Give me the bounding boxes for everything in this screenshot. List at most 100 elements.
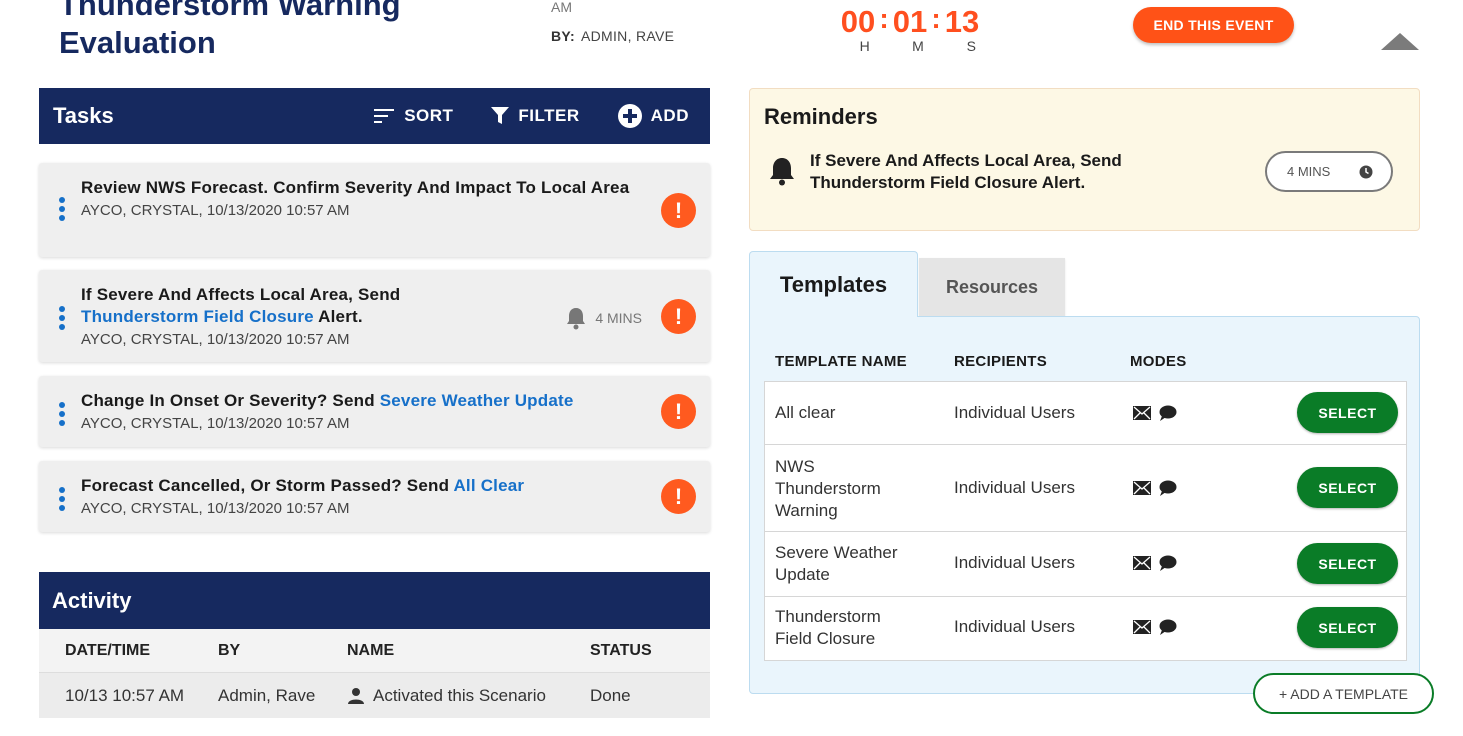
event-timer: 00 : 01 : 13 H M S	[838, 3, 998, 54]
task-card[interactable]: Forecast Cancelled, Or Storm Passed? Sen…	[39, 461, 710, 532]
activity-datetime: 10/13 10:57 AM	[65, 685, 185, 705]
collapse-up-icon[interactable]	[1381, 33, 1419, 50]
seconds-label: S	[966, 38, 976, 54]
task-text-after: Alert.	[313, 307, 363, 326]
task-template-link[interactable]: Thunderstorm Field Closure	[81, 307, 314, 326]
bell-icon	[768, 156, 796, 191]
event-title: Thunderstorm Warning Evaluation	[59, 0, 401, 60]
task-text: If Severe And Affects Local Area, Send T…	[81, 284, 641, 328]
col-datetime[interactable]: DATE/TIME	[65, 642, 150, 660]
templates-table: All clear Individual Users SELECT NWS Th…	[764, 381, 1407, 661]
filter-button[interactable]: FILTER	[490, 106, 579, 126]
task-menu-icon[interactable]	[58, 485, 66, 512]
col-template-name: TEMPLATE NAME	[775, 353, 907, 370]
add-label: ADD	[650, 106, 689, 125]
template-recipients: Individual Users	[954, 553, 1075, 572]
task-template-link[interactable]: Severe Weather Update	[380, 391, 574, 410]
col-by[interactable]: BY	[218, 642, 240, 660]
activity-title: Activity	[52, 587, 132, 613]
reminder-time: 4 MINS	[595, 310, 642, 326]
task-text-before: If Severe And Affects Local Area, Send	[81, 285, 401, 304]
bell-icon	[567, 308, 586, 330]
activity-name-text: Activated this Scenario	[373, 685, 546, 705]
chat-icon	[1159, 480, 1177, 496]
priority-alert-icon: !	[661, 394, 696, 429]
col-status[interactable]: STATUS	[590, 642, 652, 660]
activity-columns: DATE/TIME BY NAME STATUS	[39, 629, 710, 673]
sort-button[interactable]: SORT	[374, 106, 453, 126]
task-text: Review NWS Forecast. Confirm Severity An…	[81, 178, 630, 197]
template-name: NWS Thunderstorm Warning	[775, 457, 881, 520]
timer-seconds: 13	[944, 4, 980, 39]
tasks-title: Tasks	[53, 103, 114, 128]
sort-icon	[374, 108, 396, 124]
chat-icon	[1159, 555, 1177, 571]
select-template-button[interactable]: SELECT	[1297, 392, 1398, 433]
table-row: 10/13 10:57 AM Admin, Rave Activated thi…	[39, 673, 710, 718]
table-row: All clear Individual Users SELECT	[765, 382, 1406, 445]
activity-header: Activity	[39, 572, 710, 629]
tab-resources[interactable]: Resources	[919, 258, 1065, 316]
template-name: Severe Weather Update	[775, 543, 898, 584]
sort-label: SORT	[404, 106, 454, 125]
col-name[interactable]: NAME	[347, 642, 394, 660]
template-recipients: Individual Users	[954, 403, 1075, 422]
task-menu-icon[interactable]	[58, 304, 66, 331]
reminder-time-pill[interactable]: 4 MINS	[1265, 151, 1393, 192]
activity-name: Activated this Scenario	[347, 686, 546, 706]
user-icon	[348, 687, 364, 704]
template-name: Thunderstorm Field Closure	[775, 607, 881, 648]
timer-hours: 00	[840, 4, 876, 39]
add-task-button[interactable]: ADD	[617, 103, 689, 129]
email-icon	[1133, 481, 1151, 495]
template-modes	[1133, 405, 1185, 421]
activity-table: DATE/TIME BY NAME STATUS 10/13 10:57 AM …	[39, 629, 710, 718]
task-meta: AYCO, CRYSTAL, 10/13/2020 10:57 AM	[81, 202, 350, 219]
end-event-button[interactable]: END THIS EVENT	[1133, 7, 1294, 43]
task-card[interactable]: Change In Onset Or Severity? Send Severe…	[39, 376, 710, 447]
add-template-button[interactable]: + ADD A TEMPLATE	[1253, 673, 1434, 714]
template-modes	[1133, 480, 1185, 496]
filter-label: FILTER	[518, 106, 580, 125]
task-card[interactable]: If Severe And Affects Local Area, Send T…	[39, 270, 710, 362]
activity-by: Admin, Rave	[218, 685, 316, 705]
minutes-label: M	[912, 38, 924, 54]
templates-panel: TEMPLATE NAME RECIPIENTS MODES All clear…	[749, 316, 1420, 694]
tasks-header: Tasks SORT FILTER ADD	[39, 88, 710, 144]
reminders-panel: Reminders If Severe And Affects Local Ar…	[749, 88, 1420, 231]
timer-minutes: 01	[892, 4, 928, 39]
task-menu-icon[interactable]	[58, 195, 66, 222]
table-row: Severe Weather Update Individual Users S…	[765, 532, 1406, 597]
task-card[interactable]: Review NWS Forecast. Confirm Severity An…	[39, 163, 710, 257]
priority-alert-icon: !	[661, 479, 696, 514]
tab-templates[interactable]: Templates	[749, 251, 918, 317]
priority-alert-icon: !	[661, 299, 696, 334]
email-icon	[1133, 620, 1151, 634]
col-recipients: RECIPIENTS	[954, 353, 1048, 370]
task-menu-icon[interactable]	[58, 400, 66, 427]
table-row: Thunderstorm Field Closure Individual Us…	[765, 597, 1406, 660]
select-template-button[interactable]: SELECT	[1297, 607, 1398, 648]
task-template-link[interactable]: All Clear	[453, 476, 524, 495]
col-modes: MODES	[1130, 353, 1187, 370]
email-icon	[1133, 406, 1151, 420]
template-recipients: Individual Users	[954, 617, 1075, 636]
plus-circle-icon	[617, 103, 643, 129]
hours-label: H	[859, 38, 870, 54]
select-template-button[interactable]: SELECT	[1297, 467, 1398, 508]
event-meta: AM BY: ADMIN, RAVE	[551, 0, 674, 44]
task-text: Change In Onset Or Severity? Send Severe…	[81, 390, 681, 412]
filter-icon	[490, 106, 510, 126]
select-template-button[interactable]: SELECT	[1297, 543, 1398, 584]
template-modes	[1133, 619, 1185, 635]
by-label: BY:	[551, 28, 575, 44]
task-meta: AYCO, CRYSTAL, 10/13/2020 10:57 AM	[81, 415, 350, 432]
clock-icon	[1359, 165, 1373, 178]
by-value: ADMIN, RAVE	[580, 28, 675, 44]
task-meta: AYCO, CRYSTAL, 10/13/2020 10:57 AM	[81, 331, 350, 348]
chat-icon	[1159, 405, 1177, 421]
task-text-before: Change In Onset Or Severity? Send	[81, 391, 380, 410]
priority-alert-icon: !	[661, 193, 696, 228]
created-by: BY: ADMIN, RAVE	[551, 28, 674, 44]
table-row: NWS Thunderstorm Warning Individual User…	[765, 445, 1406, 532]
